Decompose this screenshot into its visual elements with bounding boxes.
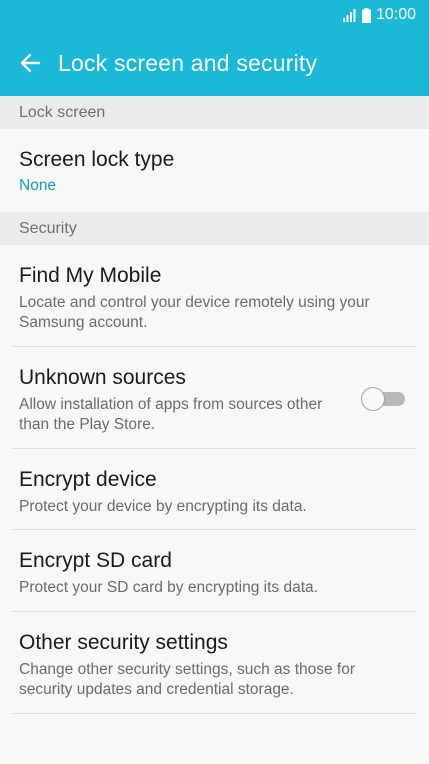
divider bbox=[12, 713, 417, 714]
status-bar: 10:00 bbox=[0, 0, 429, 30]
item-subtitle: Locate and control your device remotely … bbox=[19, 294, 370, 331]
status-time: 10:00 bbox=[375, 6, 416, 23]
other-security-settings-item[interactable]: Other security settings Change other sec… bbox=[0, 612, 429, 714]
item-subtitle: Allow installation of apps from sources … bbox=[19, 396, 323, 433]
item-title: Find My Mobile bbox=[19, 264, 162, 287]
toggle-knob bbox=[361, 387, 385, 411]
section-header-lock-screen: Lock screen bbox=[0, 96, 429, 129]
section-header-security: Security bbox=[0, 212, 429, 245]
back-arrow-icon bbox=[20, 53, 41, 73]
app-bar: Lock screen and security bbox=[0, 30, 429, 96]
signal-icon bbox=[342, 8, 356, 22]
item-title: Encrypt device bbox=[19, 468, 157, 491]
unknown-sources-toggle[interactable] bbox=[361, 387, 407, 411]
item-title: Screen lock type bbox=[19, 148, 175, 171]
item-subtitle: Change other security settings, such as … bbox=[19, 661, 356, 698]
item-subtitle: Protect your SD card by encrypting its d… bbox=[19, 579, 318, 596]
unknown-sources-item[interactable]: Unknown sources Allow installation of ap… bbox=[0, 347, 429, 449]
item-title: Unknown sources bbox=[19, 366, 186, 389]
item-subtitle: Protect your device by encrypting its da… bbox=[19, 498, 307, 515]
encrypt-sd-card-item[interactable]: Encrypt SD card Protect your SD card by … bbox=[0, 530, 429, 612]
find-my-mobile-item[interactable]: Find My Mobile Locate and control your d… bbox=[0, 245, 429, 347]
item-value: None bbox=[19, 177, 57, 194]
page-title: Lock screen and security bbox=[58, 49, 318, 76]
item-title: Other security settings bbox=[19, 631, 228, 654]
screen-lock-type-item[interactable]: Screen lock type None bbox=[0, 129, 429, 212]
item-title: Encrypt SD card bbox=[19, 549, 172, 572]
encrypt-device-item[interactable]: Encrypt device Protect your device by en… bbox=[0, 449, 429, 530]
battery-icon bbox=[361, 7, 371, 23]
back-button[interactable] bbox=[0, 30, 58, 96]
